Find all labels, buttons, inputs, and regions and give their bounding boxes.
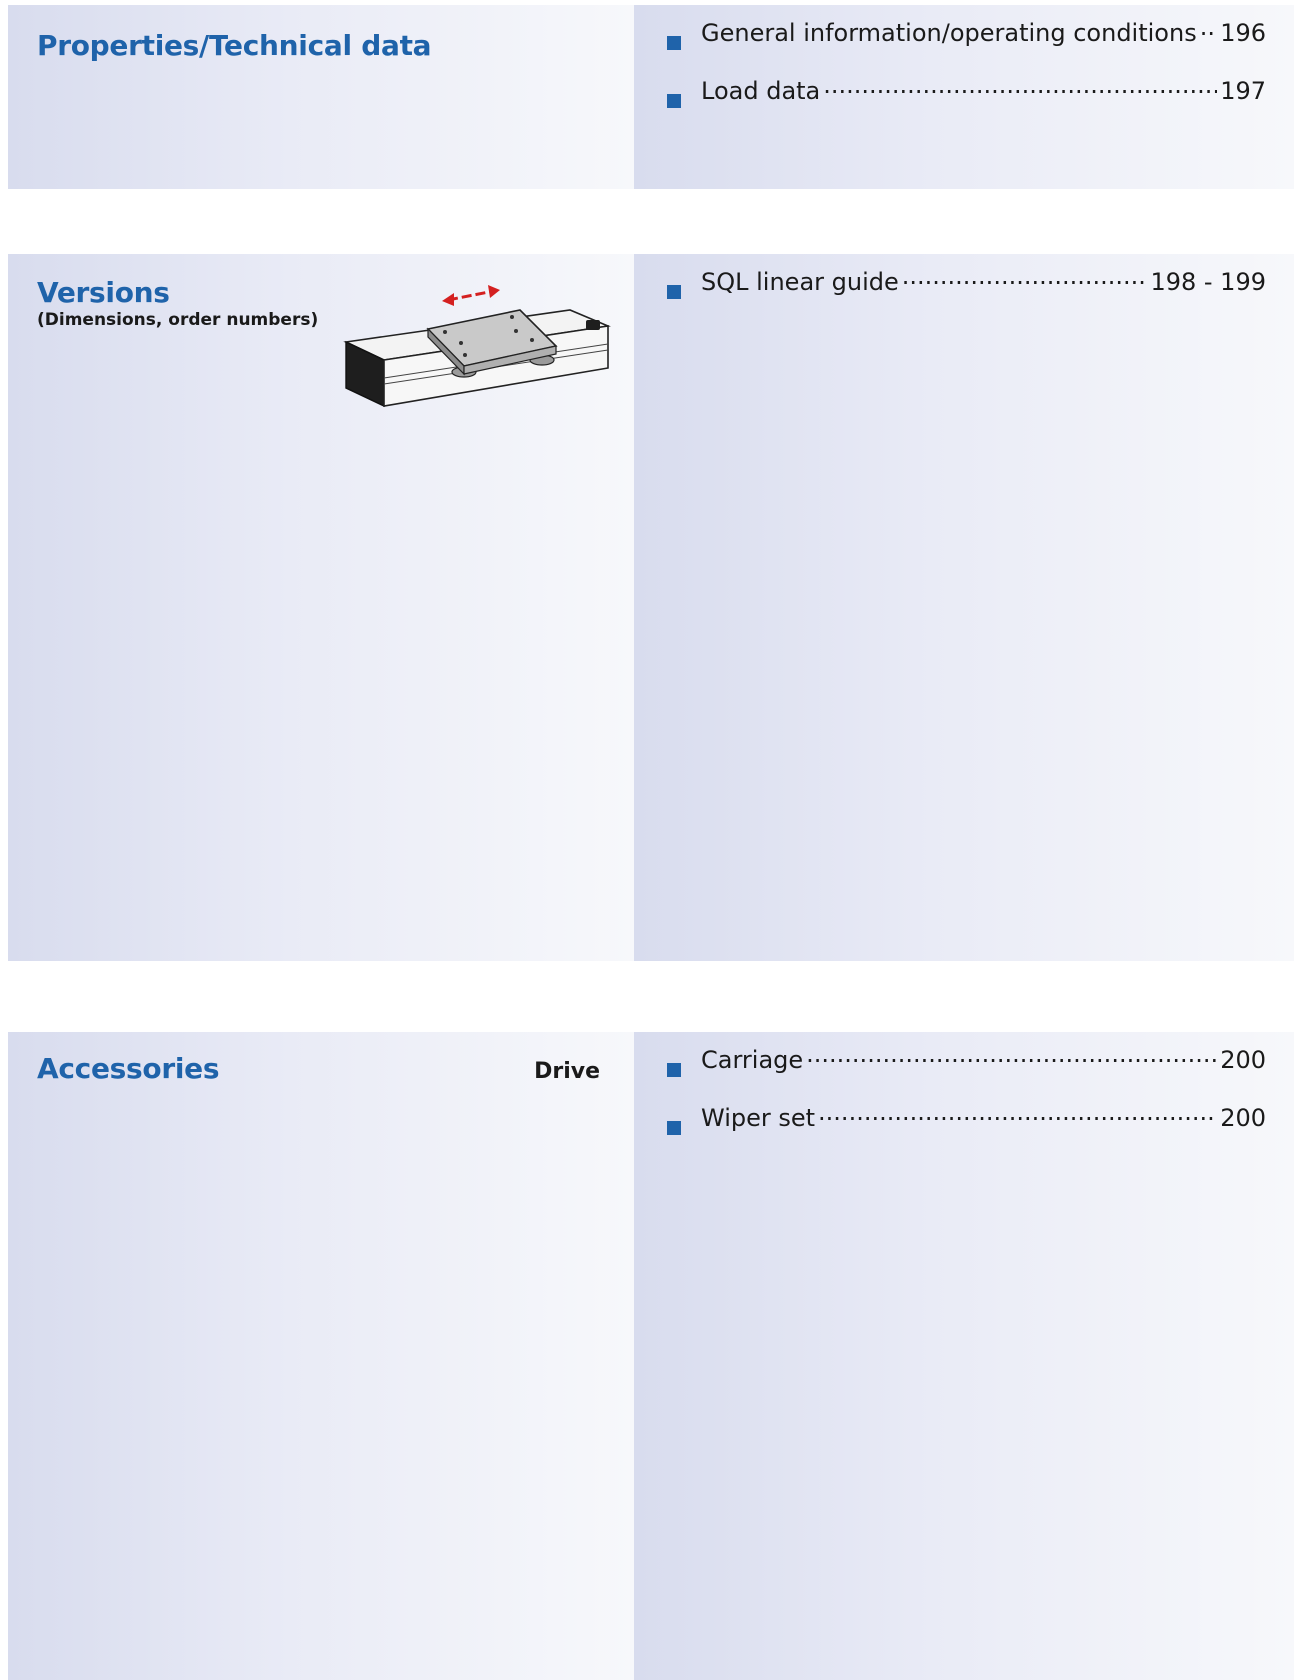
dot-leader: [806, 1044, 1217, 1068]
versions-title: Versions: [37, 276, 170, 309]
dot-leader: [902, 266, 1148, 290]
accessories-drive-label: Drive: [534, 1059, 600, 1084]
versions-right-panel: SQL linear guide 198 - 199: [634, 254, 1294, 961]
accessories-right-panel: Carriage 200 Wiper set 200: [634, 1032, 1294, 1680]
properties-right-panel: General information/operating conditions…: [634, 5, 1294, 189]
toc-item-load-data[interactable]: Load data 197: [667, 75, 1266, 133]
toc-item-label: Carriage: [701, 1046, 804, 1074]
toc-item-page: 200: [1220, 1046, 1266, 1074]
toc-item-carriage[interactable]: Carriage 200: [667, 1044, 1266, 1102]
toc-item-sql-linear-guide[interactable]: SQL linear guide 198 - 199: [667, 266, 1266, 324]
toc-item-page: 196: [1220, 19, 1266, 47]
toc-item-page: 197: [1220, 77, 1266, 105]
properties-toc: General information/operating conditions…: [667, 17, 1266, 133]
square-bullet-icon: [667, 285, 681, 299]
square-bullet-icon: [667, 1121, 681, 1135]
versions-left-panel: Versions (Dimensions, order numbers): [8, 254, 634, 961]
toc-item-general-information[interactable]: General information/operating conditions…: [667, 17, 1266, 75]
toc-item-label: General information/operating conditions: [701, 19, 1197, 47]
dot-leader: [1200, 17, 1217, 41]
toc-item-page: 198 - 199: [1150, 268, 1266, 296]
versions-toc: SQL linear guide 198 - 199: [667, 266, 1266, 324]
square-bullet-icon: [667, 36, 681, 50]
toc-item-page: 200: [1220, 1104, 1266, 1132]
accessories-title: Accessories: [37, 1052, 220, 1085]
double-headed-arrow-icon: [442, 285, 500, 306]
square-bullet-icon: [667, 94, 681, 108]
accessories-left-panel: Accessories Drive: [8, 1032, 634, 1680]
square-bullet-icon: [667, 1063, 681, 1077]
properties-title: Properties/Technical data: [37, 29, 432, 62]
toc-item-label: SQL linear guide: [701, 268, 899, 296]
dot-leader: [818, 1102, 1217, 1126]
dot-leader: [823, 75, 1217, 99]
linear-guide-illustration: [343, 285, 611, 408]
versions-subtitle: (Dimensions, order numbers): [37, 310, 319, 330]
properties-left-panel: Properties/Technical data: [8, 5, 634, 189]
toc-item-label: Wiper set: [701, 1104, 816, 1132]
accessories-toc: Carriage 200 Wiper set 200: [667, 1044, 1266, 1160]
toc-item-wiper-set[interactable]: Wiper set 200: [667, 1102, 1266, 1160]
toc-item-label: Load data: [701, 77, 821, 105]
